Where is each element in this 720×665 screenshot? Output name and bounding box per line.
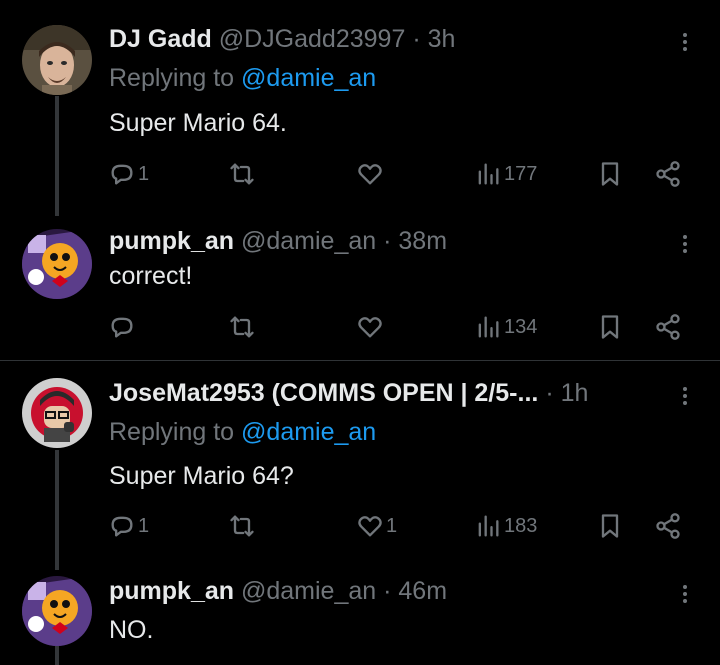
bookmark-button[interactable] (596, 312, 624, 342)
replying-to: Replying to @damie_an (109, 417, 376, 447)
tweet-text: Super Mario 64. (109, 109, 287, 137)
tweet-text: correct! (109, 262, 193, 290)
reply-button[interactable] (108, 312, 138, 342)
separator-dot: · (383, 227, 392, 255)
reply-button[interactable]: 1 (108, 159, 149, 189)
views-icon (478, 163, 499, 185)
reply-button[interactable]: 1 (108, 511, 149, 541)
author-handle[interactable]: @damie_an (241, 577, 376, 605)
author-name[interactable]: pumpk_an (109, 227, 234, 255)
bookmark-icon (601, 162, 619, 186)
share-icon (656, 513, 680, 539)
views-button[interactable]: 183 (474, 511, 537, 541)
like-icon (358, 317, 382, 338)
author-handle[interactable]: @damie_an (241, 227, 376, 255)
views-icon (478, 515, 499, 537)
author-name[interactable]: DJ Gadd (109, 25, 212, 53)
tweet-text: NO. (109, 616, 154, 644)
share-button[interactable] (654, 312, 682, 342)
views-count: 134 (504, 315, 538, 338)
timestamp[interactable]: 38m (398, 227, 447, 255)
mention-link[interactable]: @damie_an (241, 64, 376, 92)
tweet[interactable]: pumpk_an @damie_an · 46m NO. (0, 566, 720, 665)
like-button[interactable] (356, 312, 386, 342)
reply-icon (111, 516, 133, 537)
replying-prefix: Replying to (109, 64, 242, 92)
tweet[interactable]: pumpk_an @damie_an · 38m correct! 134 (0, 215, 720, 360)
author-name[interactable]: pumpk_an (109, 577, 234, 605)
retweet-icon (230, 515, 254, 537)
views-icon (478, 316, 499, 338)
more-icon[interactable] (676, 30, 694, 56)
like-icon (358, 516, 382, 537)
share-button[interactable] (654, 511, 682, 541)
share-button[interactable] (654, 159, 682, 189)
views-count: 177 (504, 162, 538, 185)
retweet-icon (230, 316, 254, 338)
reply-count: 1 (138, 162, 150, 185)
action-bar: 1 177 (108, 159, 698, 189)
like-count: 1 (386, 514, 398, 537)
bookmark-icon (601, 315, 619, 339)
more-icon[interactable] (676, 232, 694, 258)
retweet-icon (230, 163, 254, 185)
avatar[interactable] (22, 576, 92, 646)
like-icon (358, 164, 382, 185)
reply-icon (111, 317, 133, 338)
bookmark-button[interactable] (596, 511, 624, 541)
like-button[interactable]: 1 (356, 511, 397, 541)
separator-dot: · (545, 379, 554, 407)
replying-to: Replying to @damie_an (109, 63, 376, 93)
share-icon (656, 314, 680, 340)
tweet[interactable]: DJ Gadd @DJGadd23997 · 3h Replying to @d… (0, 0, 720, 215)
replying-prefix: Replying to (109, 418, 242, 446)
retweet-button[interactable] (228, 312, 258, 342)
action-bar: 134 (108, 312, 698, 342)
more-icon[interactable] (676, 582, 694, 608)
author-name[interactable]: JoseMat2953 (COMMS OPEN | 2/5-... (109, 379, 538, 407)
author-handle[interactable]: @DJGadd23997 (219, 25, 406, 53)
views-count: 183 (504, 514, 538, 537)
avatar[interactable] (22, 378, 92, 448)
action-bar: 1 1 183 (108, 511, 698, 541)
retweet-button[interactable] (228, 511, 258, 541)
avatar[interactable] (22, 229, 92, 299)
bookmark-button[interactable] (596, 159, 624, 189)
mention-link[interactable]: @damie_an (241, 418, 376, 446)
views-button[interactable]: 134 (474, 312, 537, 342)
reply-count: 1 (138, 514, 150, 537)
bookmark-icon (601, 514, 619, 538)
share-icon (656, 161, 680, 187)
views-button[interactable]: 177 (474, 159, 537, 189)
timestamp[interactable]: 46m (398, 577, 447, 605)
separator-dot: · (383, 577, 392, 605)
separator-dot: · (412, 25, 421, 53)
tweet[interactable]: JoseMat2953 (COMMS OPEN | 2/5-... · 1h R… (0, 361, 720, 566)
retweet-button[interactable] (228, 159, 258, 189)
like-button[interactable] (356, 159, 386, 189)
timestamp[interactable]: 1h (561, 379, 589, 407)
tweet-text: Super Mario 64? (109, 462, 294, 490)
timestamp[interactable]: 3h (428, 25, 456, 53)
more-icon[interactable] (676, 384, 694, 410)
reply-icon (111, 164, 133, 185)
avatar[interactable] (22, 25, 92, 95)
